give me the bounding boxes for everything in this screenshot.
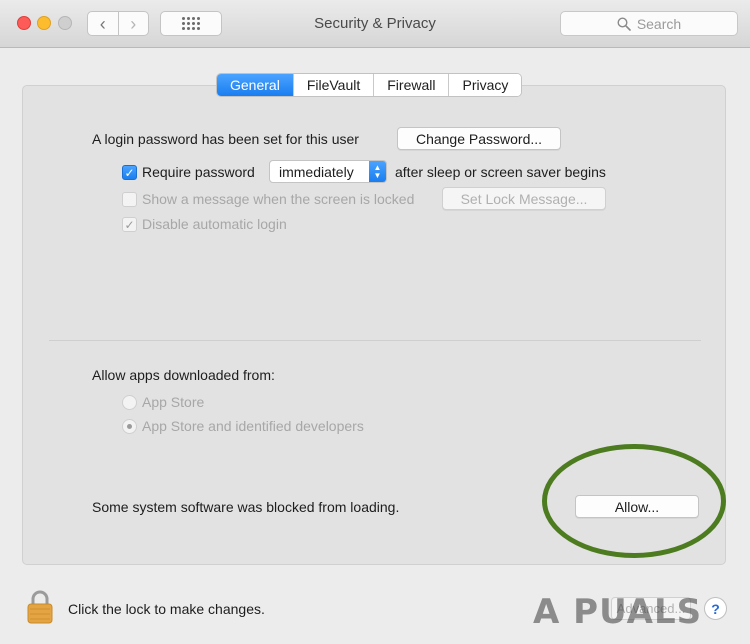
checkmark-icon: ✓ — [124, 165, 135, 180]
chevron-left-icon: ‹ — [99, 13, 106, 34]
section-divider — [49, 340, 701, 341]
chevron-right-icon: › — [130, 13, 137, 34]
forward-button[interactable]: › — [117, 12, 149, 35]
search-field[interactable]: Search — [560, 11, 738, 36]
zoom-window-button[interactable] — [58, 16, 72, 30]
grid-icon — [182, 17, 200, 30]
watermark-logo: A PUALS — [533, 592, 703, 632]
title-bar: ‹ › Security & Privacy Search — [0, 0, 750, 48]
help-button[interactable]: ? — [704, 597, 727, 620]
tab-filevault[interactable]: FileVault — [292, 74, 374, 96]
change-password-button[interactable]: Change Password... — [397, 127, 561, 150]
require-password-suffix: after sleep or screen saver begins — [395, 164, 606, 180]
set-lock-message-button[interactable]: Set Lock Message... — [442, 187, 606, 210]
require-password-checkbox[interactable]: ✓ — [122, 165, 137, 180]
search-icon — [617, 16, 631, 31]
login-password-text: A login password has been set for this u… — [92, 131, 359, 147]
close-window-button[interactable] — [17, 16, 31, 30]
app-store-radio[interactable] — [122, 395, 137, 410]
show-all-button[interactable] — [160, 11, 222, 36]
identified-developers-radio[interactable] — [122, 419, 137, 434]
blocked-software-text: Some system software was blocked from lo… — [92, 499, 400, 515]
allow-apps-heading: Allow apps downloaded from: — [92, 367, 275, 383]
tab-privacy[interactable]: Privacy — [448, 74, 522, 96]
nav-back-forward: ‹ › — [87, 11, 149, 36]
tab-bar: General FileVault Firewall Privacy — [216, 73, 523, 97]
disable-auto-login-label: Disable automatic login — [142, 216, 287, 232]
window-title: Security & Privacy — [314, 15, 436, 32]
require-password-label: Require password — [142, 164, 255, 180]
tab-general[interactable]: General — [217, 74, 293, 96]
tab-firewall[interactable]: Firewall — [373, 74, 449, 96]
require-password-delay-select[interactable]: immediately ▲ ▼ — [269, 160, 387, 183]
highlight-ellipse — [542, 444, 726, 558]
updown-chevron-icon: ▲ ▼ — [369, 161, 386, 182]
identified-developers-label: App Store and identified developers — [142, 418, 364, 434]
lock-text: Click the lock to make changes. — [68, 601, 265, 617]
show-message-checkbox[interactable] — [122, 192, 137, 207]
checkmark-icon: ✓ — [124, 217, 135, 232]
app-store-label: App Store — [142, 394, 205, 410]
back-button[interactable]: ‹ — [88, 12, 118, 35]
search-placeholder: Search — [636, 15, 682, 32]
lock-icon[interactable] — [26, 590, 54, 624]
minimize-window-button[interactable] — [37, 16, 51, 30]
require-password-delay-value: immediately — [279, 163, 354, 180]
show-message-label: Show a message when the screen is locked — [142, 191, 415, 207]
disable-auto-login-checkbox[interactable]: ✓ — [122, 217, 137, 232]
security-privacy-window: ‹ › Security & Privacy Search General Fi… — [0, 0, 750, 644]
